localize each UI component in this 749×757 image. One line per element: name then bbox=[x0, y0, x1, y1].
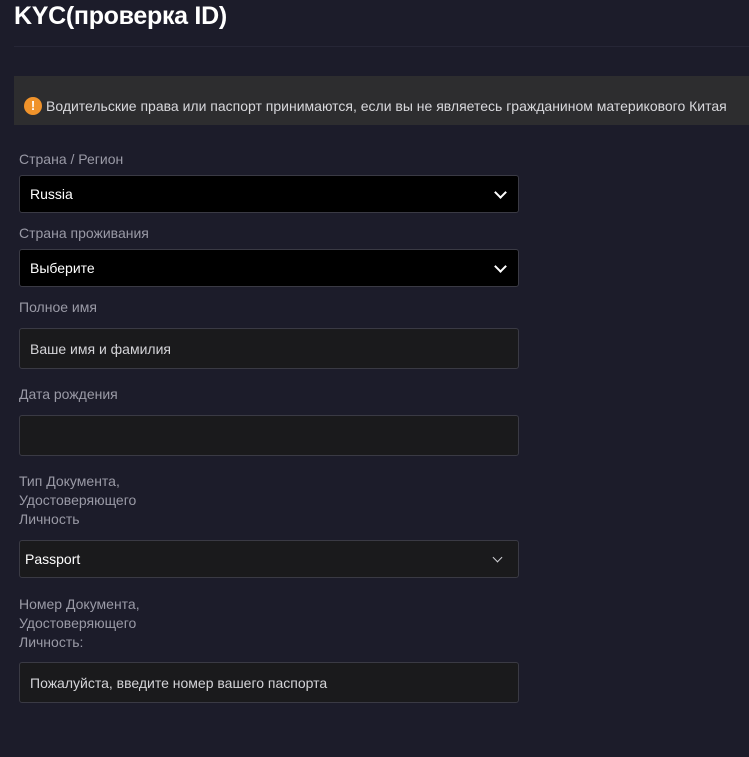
chevron-down-icon bbox=[494, 185, 507, 199]
document-type-label: Тип Документа, Удостоверяющего Личность bbox=[19, 472, 136, 529]
country-label: Страна / Регион bbox=[19, 151, 124, 167]
residence-label: Страна проживания bbox=[19, 225, 149, 241]
page-title: KYC(проверка ID) bbox=[14, 2, 227, 30]
chevron-down-icon bbox=[492, 552, 503, 562]
document-number-label-line: Личность: bbox=[19, 634, 84, 650]
document-type-label-line: Тип Документа, bbox=[19, 473, 120, 489]
document-type-label-line: Личность bbox=[19, 511, 80, 527]
document-number-label-line: Удостоверяющего bbox=[19, 615, 137, 631]
residence-select-value: Выберите bbox=[30, 260, 95, 276]
country-select-value: Russia bbox=[30, 186, 73, 202]
document-number-placeholder: Пожалуйста, введите номер вашего паспорт… bbox=[30, 674, 328, 691]
document-number-label: Номер Документа, Удостоверяющего Личност… bbox=[19, 595, 140, 652]
notice-banner: ! Водительские права или паспорт принима… bbox=[14, 76, 749, 125]
document-number-label-line: Номер Документа, bbox=[19, 596, 140, 612]
document-number-input[interactable]: Пожалуйста, введите номер вашего паспорт… bbox=[19, 662, 519, 703]
document-type-select[interactable]: Passport bbox=[19, 540, 519, 578]
chevron-down-icon bbox=[494, 259, 507, 273]
residence-select[interactable]: Выберите bbox=[19, 249, 519, 287]
warning-icon: ! bbox=[24, 96, 42, 115]
document-type-label-line: Удостоверяющего bbox=[19, 492, 137, 508]
full-name-label: Полное имя bbox=[19, 299, 97, 315]
notice-text: Водительские права или паспорт принимают… bbox=[46, 97, 727, 114]
header-divider bbox=[14, 46, 749, 47]
document-type-select-value: Passport bbox=[25, 551, 81, 567]
birth-date-label: Дата рождения bbox=[19, 386, 118, 402]
full-name-placeholder: Ваше имя и фамилия bbox=[30, 340, 171, 357]
country-select[interactable]: Russia bbox=[19, 175, 519, 213]
birth-date-input[interactable] bbox=[19, 415, 519, 456]
full-name-input[interactable]: Ваше имя и фамилия bbox=[19, 328, 519, 369]
